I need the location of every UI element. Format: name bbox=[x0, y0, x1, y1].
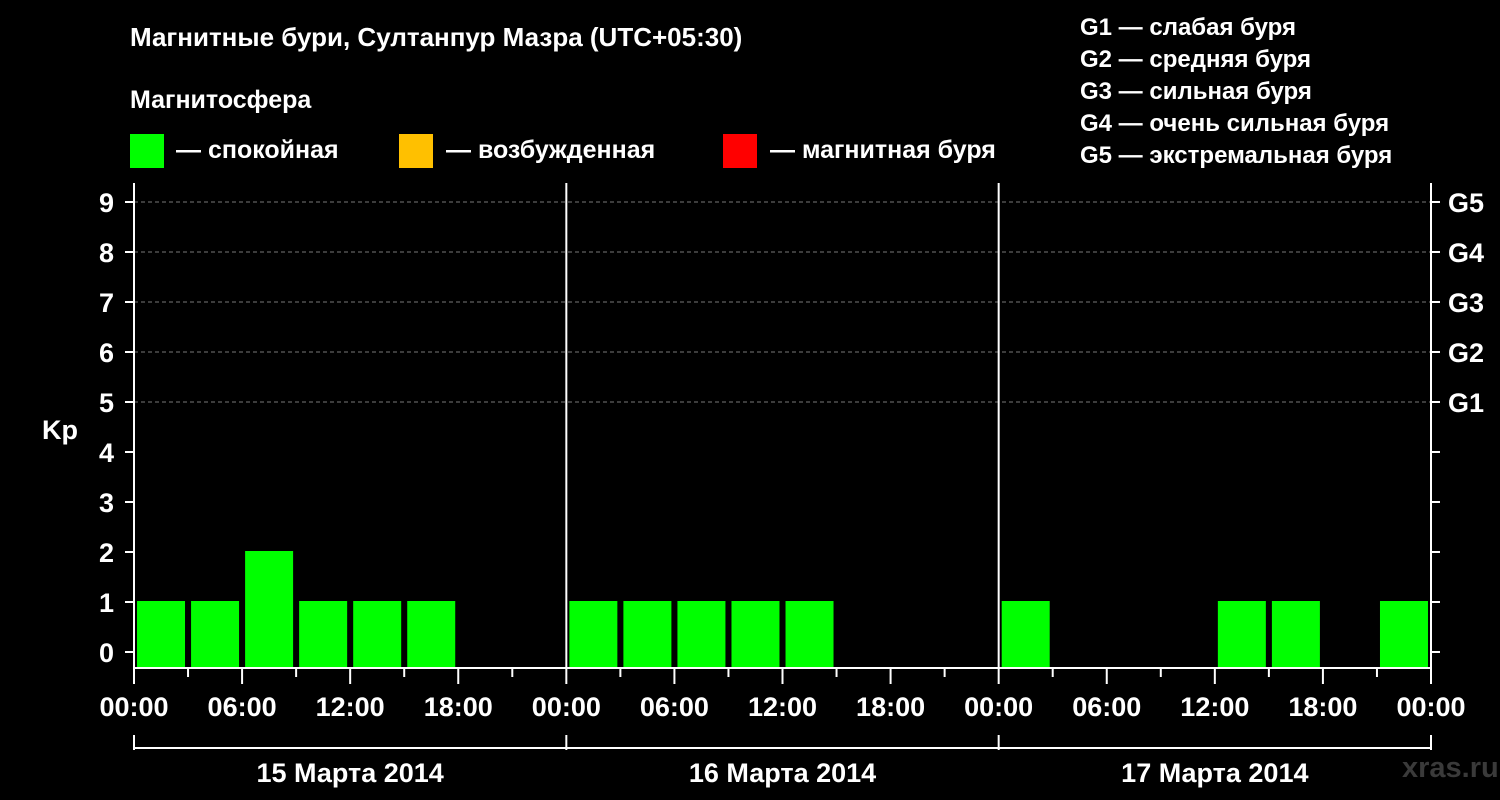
x-tick-label: 00:00 bbox=[1396, 692, 1465, 722]
kp-chart: 0 1 2 3 4 5 6 7 8 9 G1 G2 G3 G4 G5 Kp 00:00 06:00 12:00 18:… bbox=[42, 183, 1484, 788]
kp-bar bbox=[245, 551, 294, 668]
g-tick-label: G1 bbox=[1448, 388, 1484, 418]
kp-bar bbox=[677, 601, 726, 668]
watermark: xras.ru bbox=[1402, 752, 1499, 784]
x-tick-label: 00:00 bbox=[964, 692, 1033, 722]
kp-bar bbox=[569, 601, 618, 668]
g-tick-label: G2 bbox=[1448, 338, 1484, 368]
g-tick-label: G3 bbox=[1448, 288, 1484, 318]
x-tick-label: 06:00 bbox=[208, 692, 277, 722]
y-tick-label: 0 bbox=[99, 638, 114, 668]
x-tick-label: 00:00 bbox=[99, 692, 168, 722]
x-tick-label: 18:00 bbox=[424, 692, 493, 722]
kp-bar bbox=[731, 601, 780, 668]
g-tick-label: G5 bbox=[1448, 188, 1484, 218]
kp-bar bbox=[1271, 601, 1320, 668]
x-tick-label: 12:00 bbox=[1180, 692, 1249, 722]
kp-bar bbox=[353, 601, 402, 668]
x-tick-label: 06:00 bbox=[1072, 692, 1141, 722]
y-tick-label: 4 bbox=[99, 438, 114, 468]
kp-bar bbox=[785, 601, 834, 668]
x-tick-label: 12:00 bbox=[748, 692, 817, 722]
x-tick-label: 06:00 bbox=[640, 692, 709, 722]
kp-bar bbox=[1217, 601, 1266, 668]
kp-bar bbox=[299, 601, 348, 668]
day-label: 17 Марта 2014 bbox=[1121, 758, 1308, 788]
x-tick-label: 00:00 bbox=[532, 692, 601, 722]
y-tick-label: 1 bbox=[99, 588, 114, 618]
x-tick-label: 18:00 bbox=[856, 692, 925, 722]
y-axis-label: Kp bbox=[42, 415, 78, 445]
kp-bar bbox=[1379, 601, 1428, 668]
y-tick-label: 5 bbox=[99, 388, 114, 418]
kp-bar bbox=[191, 601, 240, 668]
y-tick-label: 9 bbox=[99, 188, 114, 218]
y-tick-label: 3 bbox=[99, 488, 114, 518]
day-label: 15 Марта 2014 bbox=[257, 758, 444, 788]
kp-bar bbox=[1001, 601, 1050, 668]
y-tick-label: 7 bbox=[99, 288, 114, 318]
y-tick-label: 2 bbox=[99, 538, 114, 568]
y-tick-label: 6 bbox=[99, 338, 114, 368]
kp-bar bbox=[137, 601, 186, 668]
y-tick-label: 8 bbox=[99, 238, 114, 268]
day-label: 16 Марта 2014 bbox=[689, 758, 876, 788]
kp-bar bbox=[623, 601, 672, 668]
kp-bar bbox=[407, 601, 456, 668]
g-tick-label: G4 bbox=[1448, 238, 1484, 268]
x-tick-label: 12:00 bbox=[316, 692, 385, 722]
x-tick-label: 18:00 bbox=[1288, 692, 1357, 722]
